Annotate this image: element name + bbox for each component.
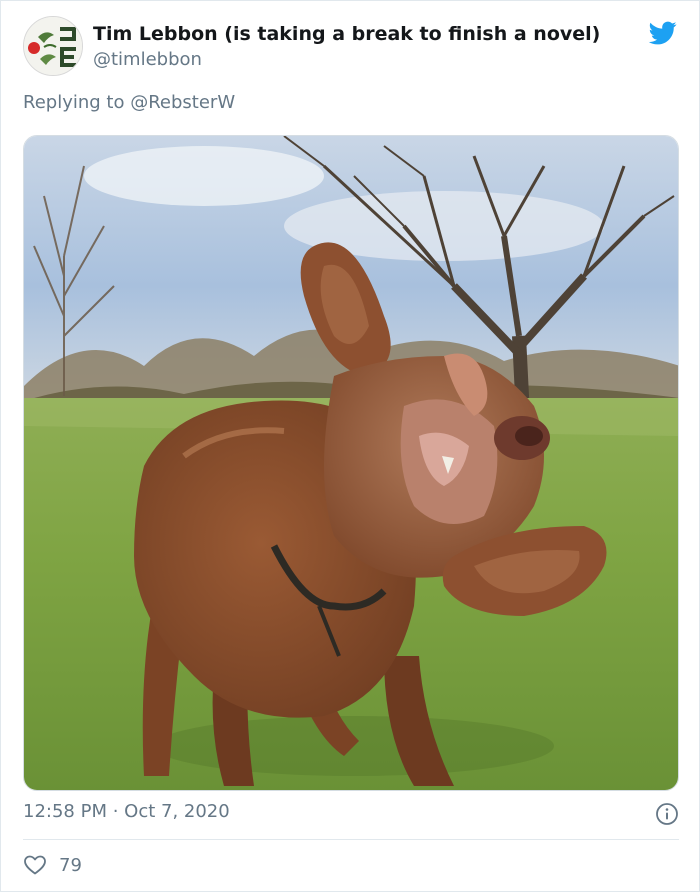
author-avatar[interactable] xyxy=(23,16,83,76)
tweet-timestamp[interactable]: 12:58 PM · Oct 7, 2020 xyxy=(23,801,230,822)
author-name[interactable]: Tim Lebbon (is taking a break to finish … xyxy=(93,23,600,45)
like-count: 79 xyxy=(59,854,82,876)
reply-mention-link[interactable]: @RebsterW xyxy=(130,92,235,113)
tweet-card: Tim Lebbon (is taking a break to finish … xyxy=(0,0,700,892)
tweet-photo[interactable] xyxy=(23,135,679,791)
reply-prefix: Replying to xyxy=(23,92,125,113)
twitter-bird-icon[interactable] xyxy=(647,19,679,47)
author-handle[interactable]: @timlebbon xyxy=(93,49,202,70)
info-icon[interactable] xyxy=(655,802,679,826)
heart-icon[interactable] xyxy=(23,853,47,877)
like-action[interactable]: 79 xyxy=(23,852,82,878)
reply-context: Replying to @RebsterW xyxy=(23,92,235,113)
divider xyxy=(23,839,679,840)
